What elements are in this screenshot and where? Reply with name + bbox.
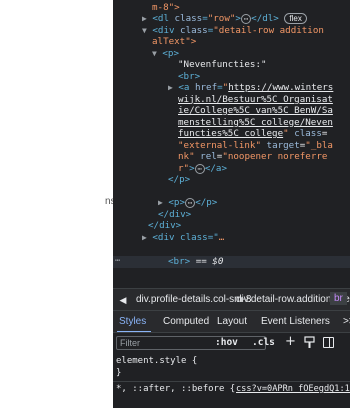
plus-icon[interactable]: + <box>285 334 296 349</box>
sidebar-toggle-icon[interactable] <box>323 337 334 348</box>
p-open-tag: <p> <box>162 47 179 59</box>
paint-brush-icon[interactable] <box>304 336 315 349</box>
devtools-panel: m-8"> ▶ <dl class="row"> ⋯ </dl> flex ▼ <d… <box>113 0 350 408</box>
div-open-tag-partial: <div class=" <box>152 231 219 243</box>
a-close-tag: </a> <box>204 162 227 174</box>
triangle-down-icon[interactable]: ▼ <box>142 26 147 35</box>
dom-line-href[interactable]: wijk.nl/Bestuur%5C_Organisat <box>178 94 333 106</box>
rule-divider <box>113 381 350 382</box>
left-arrow-icon[interactable]: ◀ <box>116 293 130 307</box>
dom-line-href[interactable]: functies%5C_college" class= <box>178 128 327 140</box>
more-tabs-icon[interactable]: >> <box>343 316 350 327</box>
collapsed-children-icon[interactable]: ⋯ <box>240 14 252 24</box>
dom-line-div-close[interactable]: </div> <box>158 209 191 221</box>
dom-line-text[interactable]: "Nevenfuncties:" <box>178 59 267 71</box>
page-content-strip: ns <box>0 0 116 408</box>
filter-input[interactable] <box>116 336 266 350</box>
dom-line-div[interactable]: ▼ <div class="detail-row addition <box>142 25 324 37</box>
console-ref: == $0 <box>195 256 224 267</box>
universal-selector-rule[interactable]: *, ::after, ::before { <box>116 384 235 396</box>
triangle-right-icon[interactable]: ▶ <box>142 233 147 242</box>
href-link-cont[interactable]: functies%5C_college <box>178 128 283 139</box>
sidebar-tabs: Styles Computed Layout Event Listeners >… <box>113 310 350 333</box>
triangle-right-icon[interactable]: ▶ <box>168 83 173 92</box>
attr-value-fragment: m-8"> <box>152 2 180 13</box>
p-close-tag: </p> <box>195 197 218 208</box>
screen: ns m-8"> ▶ <dl class="row"> ⋯ </dl> flex ▼… <box>0 0 350 408</box>
stylesheet-source-link[interactable]: css?v=0APRn_fOEegdQ1:12 <box>236 384 350 396</box>
flex-badge[interactable]: flex <box>284 13 307 24</box>
styles-pane: element.style { } *, ::after, ::before {… <box>113 352 350 408</box>
br-tag: <br> <box>178 70 201 82</box>
attr-value-cont: alText"> <box>152 36 197 47</box>
dom-line-p[interactable]: ▼ <p> <box>152 48 179 60</box>
collapsed-children-icon[interactable]: ⋯ <box>194 163 205 174</box>
div-close-tag: </div> <box>158 208 192 220</box>
tab-computed[interactable]: Computed <box>163 316 209 327</box>
rule-close-brace: } <box>116 368 122 378</box>
href-link[interactable]: https://www.winters <box>228 82 333 93</box>
dom-line-a[interactable]: ▶ <a href="https://www.winters <box>168 82 333 94</box>
dom-line-attr[interactable]: r"> ⋯ </a> <box>178 163 227 175</box>
href-link-cont[interactable]: menstelling%5C_college/Neven <box>178 117 333 128</box>
br-tag: <br> <box>168 256 191 267</box>
class-value: "external-link" <box>178 139 261 151</box>
dom-line-attr[interactable]: "external-link" target="_bla <box>178 140 333 152</box>
div-close-tag: </div> <box>148 220 182 231</box>
dom-line-next[interactable]: ▶ <div class="… <box>142 232 224 244</box>
collapsed-children-icon[interactable]: ⋯ <box>184 198 196 208</box>
triangle-right-icon[interactable]: ▶ <box>142 14 147 23</box>
href-link-cont[interactable]: ie/College%5C_van%5C_BenW/Sa <box>178 105 333 116</box>
tab-event-listeners[interactable]: Event Listeners <box>261 316 330 327</box>
dom-line-attr[interactable]: nk" rel="noopener noreferre <box>178 151 327 163</box>
dom-line-href[interactable]: ie/College%5C_van%5C_BenW/Sa <box>178 105 333 117</box>
hov-button[interactable]: :hov <box>215 337 238 348</box>
cls-button[interactable]: .cls <box>252 337 275 348</box>
tab-styles[interactable]: Styles <box>119 316 146 327</box>
dom-line-div-close[interactable]: </div> <box>148 220 181 232</box>
dl-close-tag: </dl> <box>251 13 279 24</box>
dom-line-dl[interactable]: ▶ <dl class="row"> ⋯ </dl> flex <box>142 13 307 25</box>
dom-line-br[interactable]: <br> <box>178 71 200 83</box>
more-actions-icon[interactable]: ⋯ <box>115 256 120 268</box>
tab-layout[interactable]: Layout <box>217 316 247 327</box>
breadcrumb-item-selected[interactable]: br <box>330 292 347 305</box>
p-open-tag: <p> <box>168 197 185 208</box>
dom-line[interactable]: m-8"> <box>152 2 180 14</box>
text-node: "Nevenfuncties:" <box>178 59 267 70</box>
breadcrumb: ◀ div.profile-details.col-sm-8 div.detai… <box>113 288 350 310</box>
dl-open-tag: <dl class="row"> <box>152 13 241 24</box>
element-style-rule[interactable]: element.style { <box>116 356 197 368</box>
dom-line-p2[interactable]: ▶ <p> ⋯ </p> <box>158 197 217 209</box>
class-attr: class <box>288 128 322 139</box>
dom-line-href[interactable]: menstelling%5C_college/Neven <box>178 117 333 129</box>
triangle-right-icon[interactable]: ▶ <box>158 198 163 207</box>
elements-dom-tree[interactable]: m-8"> ▶ <dl class="row"> ⋯ </dl> flex ▼ <d… <box>113 0 350 288</box>
triangle-down-icon[interactable]: ▼ <box>152 49 157 58</box>
dom-line-p-close[interactable]: </p> <box>168 174 190 186</box>
href-link-cont[interactable]: wijk.nl/Bestuur%5C_Organisat <box>178 94 333 105</box>
styles-toolbar: :hov .cls + <box>113 332 350 352</box>
p-close-tag: </p> <box>168 174 191 185</box>
dom-line-cont[interactable]: alText"> <box>152 36 196 48</box>
breadcrumb-item[interactable]: div.profile-details.col-sm-8 <box>136 294 251 305</box>
truncated-value: … <box>218 231 225 243</box>
selected-dom-node[interactable]: ⋯ <br> == $0 <box>113 256 350 268</box>
